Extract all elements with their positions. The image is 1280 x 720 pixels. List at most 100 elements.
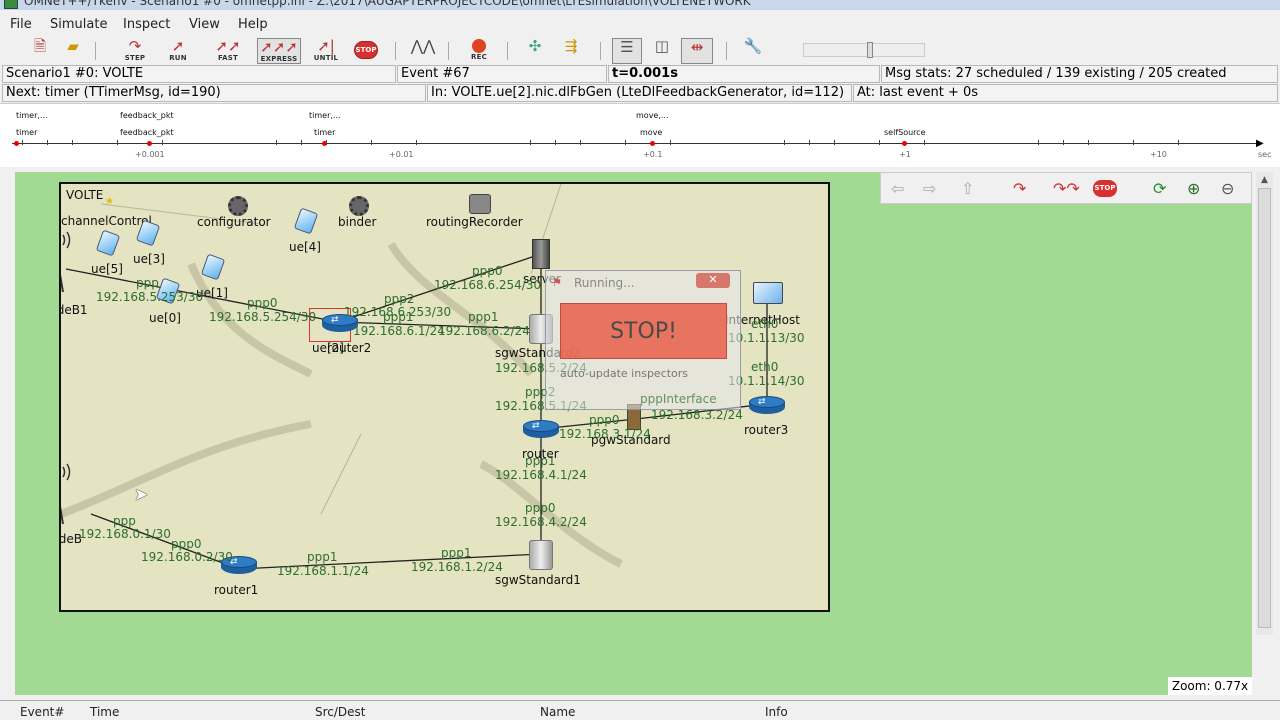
timeline-event-label: move,... — [636, 111, 669, 120]
scroll-up-icon[interactable]: ▲ — [1261, 175, 1268, 185]
express-button[interactable]: ➚➚➚ EXPRESS — [257, 38, 301, 64]
col-src-dest[interactable]: Src/Dest — [315, 705, 366, 719]
col-info[interactable]: Info — [765, 705, 788, 719]
options-button[interactable]: 🔧 — [740, 38, 766, 64]
scenario-label: Scenario1 #0: VOLTE — [2, 65, 396, 83]
new-network-button[interactable]: 🗎 — [30, 38, 50, 64]
col-event-number[interactable]: Event# — [20, 705, 64, 719]
col-name[interactable]: Name — [540, 705, 575, 719]
stop-icon[interactable]: STOP — [1093, 180, 1117, 197]
document-icon: 🗎 — [33, 37, 47, 55]
step-icon[interactable]: ↷ — [1013, 179, 1026, 198]
parent-icon[interactable]: ⇧ — [961, 179, 974, 198]
timeline-tick — [809, 140, 810, 145]
configurator-label[interactable]: configurator — [197, 215, 271, 229]
col-time[interactable]: Time — [90, 705, 119, 719]
enodeb1-tower-icon[interactable] — [59, 224, 73, 294]
timeline-tick — [22, 140, 23, 145]
dialog-close-button[interactable]: ✕ — [696, 273, 730, 288]
sgwstandard1-icon[interactable] — [529, 540, 553, 570]
router1-label[interactable]: router1 — [214, 583, 258, 597]
timeline-tick — [530, 140, 531, 145]
enodeb1-label[interactable]: eNodeB1 — [61, 303, 88, 317]
timeline-event-label: feedback_pkt — [120, 128, 174, 137]
slider-handle[interactable] — [867, 42, 873, 58]
step-icon: ↷ — [128, 37, 142, 55]
timeline-tick — [72, 140, 73, 145]
layout-rows-button[interactable]: ☰ — [612, 38, 642, 64]
router2-label[interactable]: router2 — [327, 341, 371, 355]
refresh-icon[interactable]: ⟳ — [1153, 179, 1166, 198]
ue3-label[interactable]: ue[3] — [133, 252, 165, 266]
big-stop-button[interactable]: STOP! — [560, 303, 727, 359]
timeline-tick — [416, 140, 417, 145]
link-label: ppp0 — [472, 264, 503, 278]
timeline-event-label: feedback_pkt — [120, 111, 174, 120]
run-button[interactable]: ➚ RUN — [160, 38, 196, 64]
layout-columns-button[interactable]: ◫ — [648, 38, 676, 64]
binder-gear-icon[interactable] — [349, 196, 369, 216]
network-tool-button[interactable]: ✣ — [522, 38, 548, 64]
sgwstandard1-label[interactable]: sgwStandard1 — [495, 573, 581, 587]
enodeb-tower-icon[interactable] — [59, 456, 73, 526]
zoom-in-icon[interactable]: ⊕ — [1187, 179, 1200, 198]
router3-label[interactable]: router3 — [744, 423, 788, 437]
auto-update-checkbox[interactable]: auto-update inspectors — [560, 367, 688, 380]
routingrecorder-label[interactable]: routingRecorder — [426, 215, 523, 229]
msg-stats: Msg stats: 27 scheduled / 139 existing /… — [881, 65, 1278, 83]
link-label: ppp0 — [525, 501, 556, 515]
internethost-computer-icon[interactable] — [753, 282, 783, 304]
load-button[interactable]: ▰ — [62, 38, 84, 64]
menu-file[interactable]: File — [10, 17, 32, 32]
forward-icon[interactable]: ⇨ — [923, 179, 936, 198]
timeline-event-label: timer — [16, 128, 38, 137]
timeline-event-label: timer,... — [16, 111, 48, 120]
ue4-label[interactable]: ue[4] — [289, 240, 321, 254]
animation-button[interactable]: ⋀⋀ — [410, 38, 436, 64]
configurator-gear-icon[interactable] — [228, 196, 248, 216]
timeline-tick — [1038, 140, 1039, 145]
router-icon[interactable]: ⇄ — [523, 420, 559, 442]
menu-help[interactable]: Help — [238, 17, 268, 32]
timeline-tick — [1063, 140, 1064, 145]
link-label: eth0 — [751, 360, 779, 374]
toolbar: 🗎 ▰ ↷ STEP ➚ RUN ➚➚ FAST ➚➚➚ EXPRESS ➚| UNTIL… — [0, 37, 1280, 65]
timeline-button[interactable]: ⇹ — [681, 38, 713, 64]
find-button[interactable]: ⇶ — [558, 38, 584, 64]
record-button[interactable]: REC — [466, 38, 492, 64]
timeline-event-dot[interactable] — [147, 141, 152, 146]
router3-icon[interactable]: ⇄ — [749, 396, 785, 418]
step-button[interactable]: ↷ STEP — [115, 38, 155, 64]
back-icon[interactable]: ⇦ — [891, 179, 904, 198]
timeline-event-dot[interactable] — [650, 141, 655, 146]
stop-icon: STOP — [354, 41, 378, 59]
server-icon[interactable] — [532, 239, 550, 269]
zoom-out-icon[interactable]: ⊖ — [1221, 179, 1234, 198]
link-label: 192.168.6.1/24 — [353, 324, 445, 338]
menu-view[interactable]: View — [189, 17, 220, 32]
link-label: 192.168.0.2/30 — [141, 550, 233, 564]
fast-icon: ➚➚ — [215, 37, 241, 55]
next-event: Next: timer (TTimerMsg, id=190) — [2, 84, 426, 102]
scrollbar-thumb[interactable] — [1258, 188, 1271, 628]
menu-inspect[interactable]: Inspect — [123, 17, 170, 32]
until-icon: ➚| — [317, 37, 335, 55]
stop-button[interactable]: STOP — [352, 38, 380, 64]
routing-recorder-icon[interactable] — [469, 194, 491, 214]
timeline-tick — [301, 140, 302, 145]
run-until-icon[interactable]: ↷↷ — [1053, 179, 1080, 198]
fast-button[interactable]: ➚➚ FAST — [208, 38, 248, 64]
speed-slider[interactable] — [803, 42, 925, 58]
link-label: ppp1 — [441, 546, 472, 560]
ue5-label[interactable]: ue[5] — [91, 262, 123, 276]
link-label: ppp1 — [468, 310, 499, 324]
timeline-event-dot[interactable] — [14, 141, 19, 146]
link-label: ppp0 — [589, 413, 620, 427]
rows-icon: ☰ — [620, 38, 634, 56]
timeline-event-dot[interactable] — [902, 141, 907, 146]
until-button[interactable]: ➚| UNTIL — [305, 38, 347, 64]
ue0-label[interactable]: ue[0] — [149, 311, 181, 325]
timeline-tick — [670, 140, 671, 145]
menu-simulate[interactable]: Simulate — [50, 17, 107, 32]
binder-label[interactable]: binder — [338, 215, 377, 229]
